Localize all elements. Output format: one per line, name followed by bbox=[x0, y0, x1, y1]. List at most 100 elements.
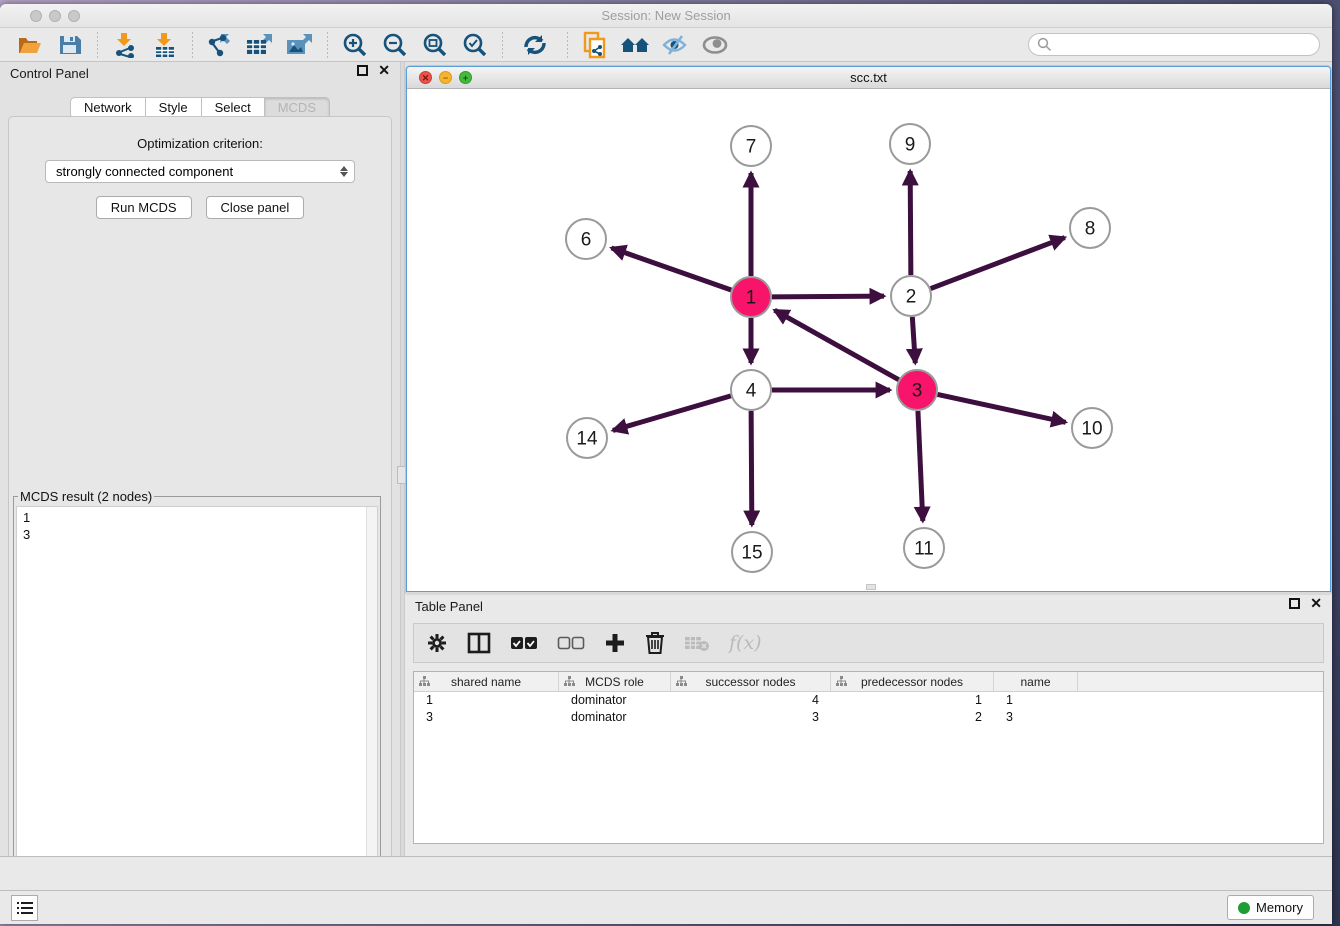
graph-node-6[interactable]: 6 bbox=[566, 219, 606, 259]
svg-text:8: 8 bbox=[1085, 219, 1096, 240]
hide-selected-icon[interactable] bbox=[660, 31, 690, 59]
toolbar-separator bbox=[567, 32, 568, 58]
cell-mcds_role[interactable]: dominator bbox=[559, 709, 671, 726]
table-panel-title: Table Panel bbox=[415, 599, 483, 614]
export-image-icon[interactable] bbox=[285, 31, 315, 59]
delete-column-icon[interactable] bbox=[645, 629, 665, 657]
table-panel-close-icon[interactable]: ✕ bbox=[1310, 598, 1322, 609]
cell-mcds_role[interactable]: dominator bbox=[559, 692, 671, 709]
cell-shared_name[interactable]: 3 bbox=[414, 709, 559, 726]
cell-successor_nodes[interactable]: 4 bbox=[671, 692, 831, 709]
split-view-icon[interactable] bbox=[467, 629, 491, 657]
network-canvas[interactable]: 7 9 6 8 1 2 4 3 14 10 15 11 bbox=[407, 89, 1330, 591]
zoom-fit-icon[interactable] bbox=[420, 31, 450, 59]
svg-text:3: 3 bbox=[912, 381, 923, 402]
open-session-icon[interactable] bbox=[15, 31, 45, 59]
graph-node-11[interactable]: 11 bbox=[904, 528, 944, 568]
edge-3-11[interactable] bbox=[918, 411, 923, 521]
export-network-icon[interactable] bbox=[205, 31, 235, 59]
cell-predecessor_nodes[interactable]: 2 bbox=[831, 709, 994, 726]
graph-node-4[interactable]: 4 bbox=[731, 370, 771, 410]
add-column-icon[interactable] bbox=[604, 629, 626, 657]
graph-node-7[interactable]: 7 bbox=[731, 126, 771, 166]
mcds-panel: Optimization criterion: strongly connect… bbox=[8, 116, 392, 886]
table-toolbar: f(x) bbox=[413, 623, 1324, 663]
control-panel-title: Control Panel bbox=[10, 66, 89, 81]
svg-text:15: 15 bbox=[741, 543, 762, 564]
cell-successor_nodes[interactable]: 3 bbox=[671, 709, 831, 726]
clone-network-icon[interactable] bbox=[580, 31, 610, 59]
edge-3-10[interactable] bbox=[938, 394, 1066, 422]
graph-node-10[interactable]: 10 bbox=[1072, 408, 1112, 448]
cell-shared_name[interactable]: 1 bbox=[414, 692, 559, 709]
edge-2-3[interactable] bbox=[912, 317, 915, 363]
svg-text:7: 7 bbox=[746, 137, 757, 158]
edge-4-15[interactable] bbox=[751, 411, 752, 525]
close-panel-button[interactable]: Close panel bbox=[206, 196, 305, 219]
graph-node-9[interactable]: 9 bbox=[890, 124, 930, 164]
column-header-successor_nodes[interactable]: successor nodes bbox=[671, 672, 831, 691]
mcds-result-text[interactable]: 1 3 bbox=[16, 506, 378, 870]
svg-text:14: 14 bbox=[576, 429, 598, 450]
deselect-all-icon[interactable] bbox=[557, 629, 585, 657]
graph-node-1[interactable]: 1 bbox=[731, 277, 771, 317]
app-window: Session: New Session bbox=[0, 4, 1332, 924]
show-all-icon[interactable] bbox=[700, 31, 730, 59]
control-panel-float-icon[interactable] bbox=[357, 65, 368, 76]
zoom-out-icon[interactable] bbox=[380, 31, 410, 59]
import-table-icon[interactable] bbox=[150, 31, 180, 59]
status-bar bbox=[0, 856, 1332, 890]
column-header-name[interactable]: name bbox=[994, 672, 1078, 691]
control-panel-close-icon[interactable]: ✕ bbox=[378, 65, 390, 76]
table-panel-float-icon[interactable] bbox=[1289, 598, 1300, 609]
graph-node-14[interactable]: 14 bbox=[567, 418, 607, 458]
edge-2-8[interactable] bbox=[931, 238, 1065, 289]
criterion-select[interactable]: strongly connected component bbox=[45, 160, 355, 183]
apply-layout-icon[interactable] bbox=[520, 31, 550, 59]
graph-node-3[interactable]: 3 bbox=[897, 370, 937, 410]
column-header-mcds_role[interactable]: MCDS role bbox=[559, 672, 671, 691]
graph-node-2[interactable]: 2 bbox=[891, 276, 931, 316]
list-icon bbox=[17, 901, 33, 915]
first-neighbors-icon[interactable] bbox=[620, 31, 650, 59]
search-icon bbox=[1037, 37, 1052, 52]
zoom-in-icon[interactable] bbox=[340, 31, 370, 59]
run-mcds-button[interactable]: Run MCDS bbox=[96, 196, 192, 219]
save-session-icon[interactable] bbox=[55, 31, 85, 59]
memory-status-icon bbox=[1238, 902, 1250, 914]
edge-1-2[interactable] bbox=[772, 296, 884, 297]
settings-icon[interactable] bbox=[426, 629, 448, 657]
fx-label: f(x) bbox=[729, 632, 762, 654]
cell-name[interactable]: 1 bbox=[994, 692, 1078, 709]
table-header-row: shared nameMCDS rolesuccessor nodesprede… bbox=[414, 672, 1323, 692]
edge-4-14[interactable] bbox=[613, 396, 731, 431]
task-history-button[interactable] bbox=[11, 895, 38, 921]
canvas-grip[interactable] bbox=[866, 584, 876, 590]
cell-name[interactable]: 3 bbox=[994, 709, 1078, 726]
svg-text:2: 2 bbox=[906, 287, 917, 308]
network-window-titlebar[interactable]: ✕ − + scc.txt bbox=[407, 67, 1330, 89]
edge-2-9[interactable] bbox=[910, 171, 911, 275]
cell-predecessor_nodes[interactable]: 1 bbox=[831, 692, 994, 709]
svg-text:4: 4 bbox=[746, 381, 757, 402]
export-table-icon[interactable] bbox=[245, 31, 275, 59]
import-network-icon[interactable] bbox=[110, 31, 140, 59]
svg-text:1: 1 bbox=[746, 288, 757, 309]
select-all-icon[interactable] bbox=[510, 629, 538, 657]
edge-1-6[interactable] bbox=[611, 248, 731, 290]
column-header-shared_name[interactable]: shared name bbox=[414, 672, 559, 691]
column-header-predecessor_nodes[interactable]: predecessor nodes bbox=[831, 672, 994, 691]
table-row[interactable]: 1dominator411 bbox=[414, 692, 1323, 709]
network-graph[interactable]: 7 9 6 8 1 2 4 3 14 10 15 11 bbox=[407, 89, 1330, 591]
criterion-value: strongly connected component bbox=[56, 164, 340, 179]
graph-node-8[interactable]: 8 bbox=[1070, 208, 1110, 248]
table-row[interactable]: 3dominator323 bbox=[414, 709, 1323, 726]
table-panel: Table Panel ✕ bbox=[405, 595, 1332, 890]
graph-node-15[interactable]: 15 bbox=[732, 532, 772, 572]
memory-button[interactable]: Memory bbox=[1227, 895, 1314, 920]
search-box[interactable] bbox=[1028, 33, 1320, 56]
result-scrollbar[interactable] bbox=[366, 507, 377, 869]
edge-3-1[interactable] bbox=[775, 310, 899, 380]
zoom-selected-icon[interactable] bbox=[460, 31, 490, 59]
search-input[interactable] bbox=[1057, 37, 1311, 52]
